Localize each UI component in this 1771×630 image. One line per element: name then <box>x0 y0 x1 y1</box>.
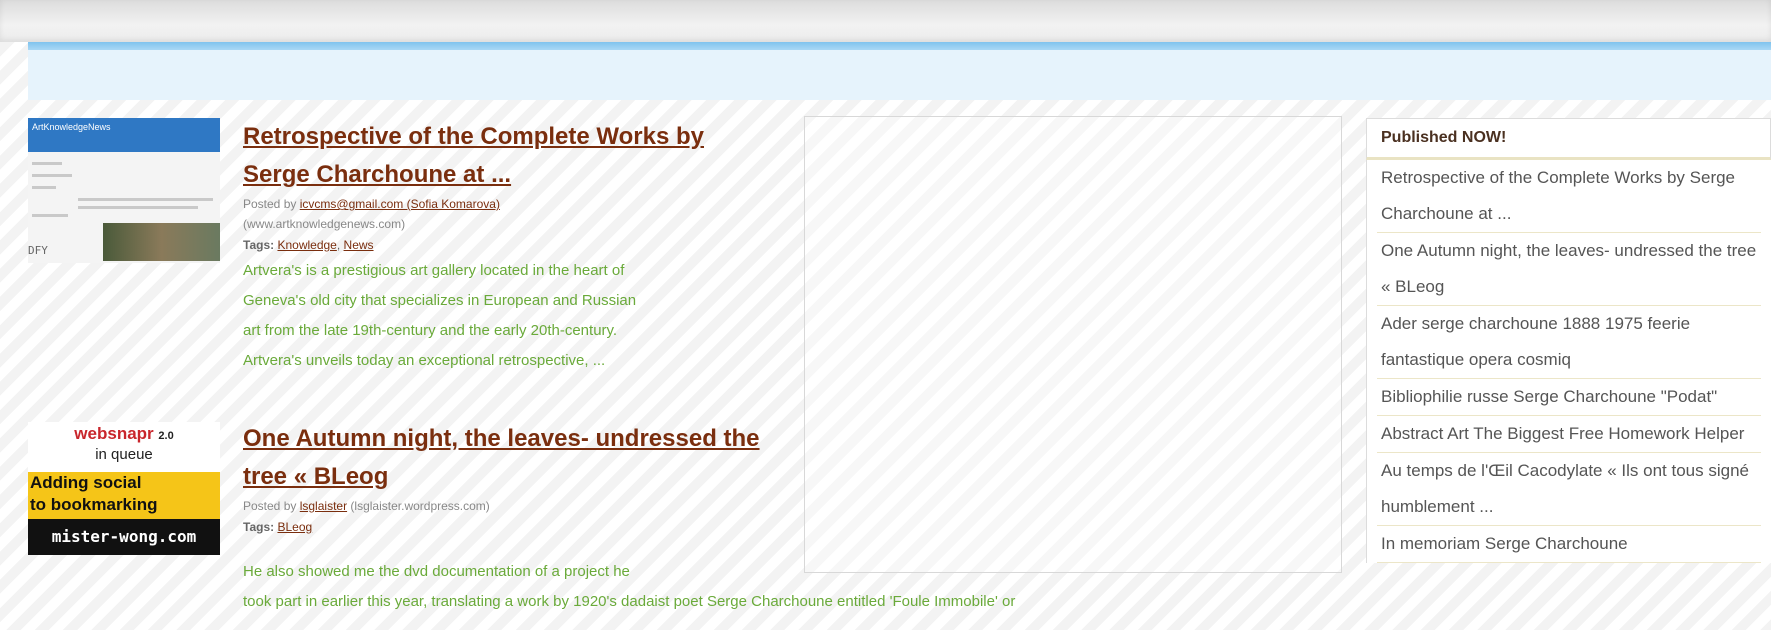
sidebar-list: Retrospective of the Complete Works by S… <box>1366 160 1771 563</box>
post-1: Retrospective of the Complete Works by S… <box>243 118 798 376</box>
post-1-author-link[interactable]: icvcms@gmail.com (Sofia Komarova) <box>300 197 500 211</box>
post-1-tags: Tags: Knowledge, News <box>243 238 374 252</box>
post-2-excerpt-line: took part in earlier this year, translat… <box>243 593 1016 610</box>
post-1-title-link[interactable]: Retrospective of the Complete Works by S… <box>243 118 798 194</box>
posted-by-label: Posted by <box>243 499 297 513</box>
thumbnail-footer-text: DFY <box>28 244 48 257</box>
post-2-title-line-1: One Autumn night, the leaves- undressed … <box>243 425 760 452</box>
thumbnail-text-line <box>78 206 198 209</box>
sidebar-item[interactable]: Ader serge charchoune 1888 1975 feerie f… <box>1377 306 1761 379</box>
websnapr-message: Adding social to bookmarking <box>28 472 220 519</box>
websnapr-status: in queue <box>95 446 153 463</box>
post-1-excerpt: Artvera's is a prestigious art gallery l… <box>243 256 798 376</box>
sidebar-item[interactable]: Retrospective of the Complete Works by S… <box>1377 160 1761 233</box>
websnapr-message-line: to bookmarking <box>30 495 158 514</box>
sidebar-published-now: Published NOW! Retrospective of the Comp… <box>1366 118 1771 630</box>
thumbnail-header-text: ArtKnowledgeNews <box>32 122 111 132</box>
thumbnail-text-line <box>32 186 56 189</box>
post-2: One Autumn night, the leaves- undressed … <box>243 420 798 538</box>
thumbnail-photo <box>103 223 220 261</box>
sidebar-item[interactable]: One Autumn night, the leaves- undressed … <box>1377 233 1761 306</box>
thumbnail-text-line <box>32 214 68 217</box>
tags-label: Tags: <box>243 238 275 252</box>
post-1-excerpt-line: Geneva's old city that specializes in Eu… <box>243 292 637 309</box>
post-thumbnail-websnapr[interactable]: websnapr 2.0 in queue Adding social to b… <box>28 422 220 568</box>
post-2-tags: Tags: BLeog <box>243 516 798 538</box>
post-1-excerpt-line: Artvera's is a prestigious art gallery l… <box>243 262 625 279</box>
post-2-byline: Posted by lsglaister (lsglaister.wordpre… <box>243 496 798 516</box>
thumbnail-text-line <box>32 174 72 177</box>
tag-link-bleog[interactable]: BLeog <box>277 520 312 534</box>
posted-by-label: Posted by <box>243 197 297 211</box>
sidebar-item[interactable]: In memoriam Serge Charchoune <box>1377 526 1761 563</box>
ad-placeholder-box <box>804 116 1342 573</box>
thumbnail-header: ArtKnowledgeNews <box>28 118 220 152</box>
top-header-bar <box>0 0 1771 42</box>
post-1-source: (www.artknowledgenews.com) <box>243 217 406 231</box>
tag-link-news[interactable]: News <box>344 238 374 252</box>
websnapr-message-line: Adding social <box>30 473 142 492</box>
post-1-excerpt-line: art from the late 19th-century and the e… <box>243 322 618 339</box>
tag-link-knowledge[interactable]: Knowledge <box>277 238 336 252</box>
websnapr-logo: websnapr 2.0 <box>28 424 220 444</box>
post-1-byline: Posted by icvcms@gmail.com (Sofia Komaro… <box>243 194 798 214</box>
post-thumbnail-artknowledgenews[interactable]: ArtKnowledgeNews DFY <box>28 118 220 263</box>
tags-label: Tags: <box>243 520 275 534</box>
post-1-excerpt-line: Artvera's unveils today an exceptional r… <box>243 352 606 369</box>
thumbnail-text-line <box>32 162 62 165</box>
websnapr-brand: websnapr <box>74 424 154 443</box>
sidebar-item[interactable]: Bibliophilie russe Serge Charchoune "Pod… <box>1377 379 1761 416</box>
post-2-title-line-2: tree « BLeog <box>243 463 389 490</box>
sidebar-item[interactable]: Au temps de l'Œil Cacodylate « Ils ont t… <box>1377 453 1761 526</box>
websnapr-version: 2.0 <box>158 430 174 442</box>
websnapr-site: mister-wong.com <box>28 519 220 555</box>
post-2-title-link[interactable]: One Autumn night, the leaves- undressed … <box>243 420 798 496</box>
thumbnail-text-line <box>78 198 213 201</box>
post-2-author-link[interactable]: lsglaister <box>300 499 347 513</box>
sidebar-item[interactable]: Abstract Art The Biggest Free Homework H… <box>1377 416 1761 453</box>
websnapr-header: websnapr 2.0 in queue <box>28 422 220 472</box>
post-1-title-line-2: Serge Charchoune at ... <box>243 161 512 188</box>
post-2-source: (lsglaister.wordpress.com) <box>350 499 490 513</box>
sidebar-header: Published NOW! <box>1366 118 1771 160</box>
post-1-title-line-1: Retrospective of the Complete Works by <box>243 123 704 150</box>
nav-bar-top-border <box>28 42 1771 50</box>
nav-bar <box>28 50 1771 100</box>
